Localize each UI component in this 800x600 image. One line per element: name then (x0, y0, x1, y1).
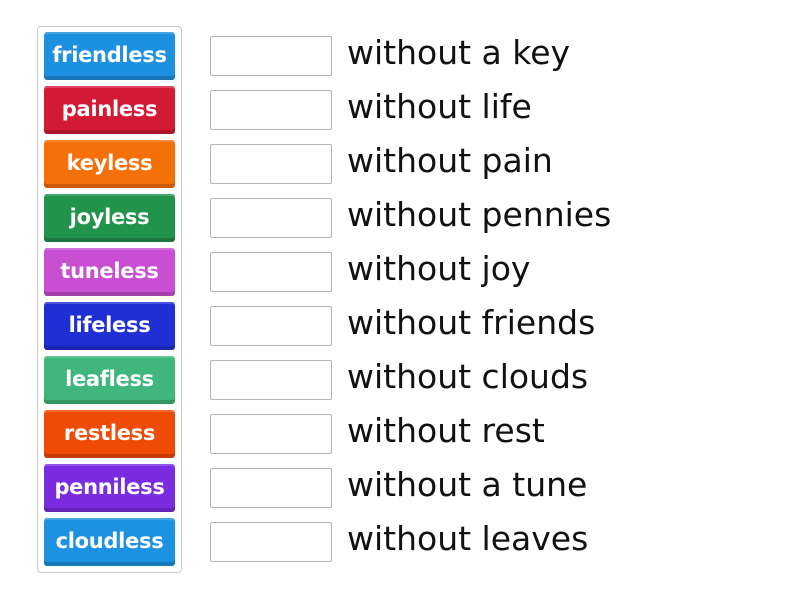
definition-text: without joy (347, 249, 531, 288)
word-tile[interactable]: restless (44, 410, 175, 458)
answer-drop-zone[interactable] (210, 414, 332, 454)
definition-text: without pennies (347, 195, 612, 234)
word-tile[interactable]: penniless (44, 464, 175, 512)
definition-text: without leaves (347, 519, 589, 558)
definition-text: without friends (347, 303, 596, 342)
definition-text: without life (347, 87, 532, 126)
word-tile[interactable]: joyless (44, 194, 175, 242)
definition-text: without pain (347, 141, 553, 180)
definition-text: without a key (347, 33, 571, 72)
word-tile[interactable]: tuneless (44, 248, 175, 296)
answer-drop-zone[interactable] (210, 468, 332, 508)
definition-text: without clouds (347, 357, 589, 396)
word-tile[interactable]: keyless (44, 140, 175, 188)
answer-drop-zone[interactable] (210, 90, 332, 130)
definition-text: without a tune (347, 465, 588, 504)
answer-drop-zone[interactable] (210, 198, 332, 238)
answer-drop-zone[interactable] (210, 252, 332, 292)
answer-drop-zone[interactable] (210, 306, 332, 346)
answer-drop-zone[interactable] (210, 36, 332, 76)
answer-drop-zone[interactable] (210, 360, 332, 400)
word-tile[interactable]: cloudless (44, 518, 175, 566)
word-tile-bank: friendless painless keyless joyless tune… (37, 26, 182, 573)
answer-drop-zone[interactable] (210, 144, 332, 184)
word-tile[interactable]: leafless (44, 356, 175, 404)
word-tile[interactable]: lifeless (44, 302, 175, 350)
word-tile[interactable]: friendless (44, 32, 175, 80)
word-tile[interactable]: painless (44, 86, 175, 134)
answer-drop-zone[interactable] (210, 522, 332, 562)
definition-text: without rest (347, 411, 545, 450)
